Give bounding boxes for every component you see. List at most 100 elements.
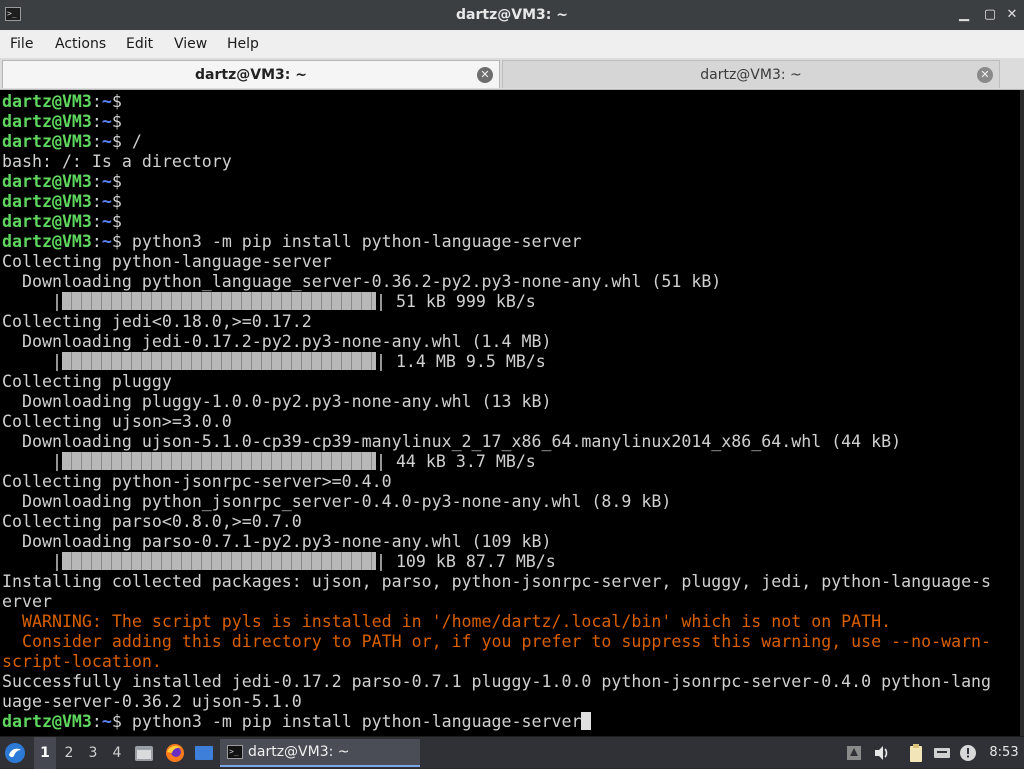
progress-bar bbox=[61, 292, 376, 310]
terminal-output[interactable]: dartz@VM3:~$ dartz@VM3:~$ dartz@VM3:~$ / ba… bbox=[0, 90, 1020, 736]
menu-edit[interactable]: Edit bbox=[126, 30, 153, 58]
terminal-scrollbar[interactable] bbox=[1020, 90, 1024, 736]
volume-icon[interactable] bbox=[872, 743, 892, 763]
progress-right-edge: | bbox=[375, 552, 396, 571]
output-text: Installing collected packages: ujson, pa… bbox=[2, 572, 992, 591]
taskbar: 1 2 3 4 >_ dartz@VM3: ~ 8:53 bbox=[0, 736, 1024, 769]
progress-left-edge: | bbox=[2, 292, 62, 311]
output-line: Downloading pluggy-1.0.0-py2.py3-none-an… bbox=[0, 392, 1020, 412]
menu-actions[interactable]: Actions bbox=[55, 30, 106, 58]
progress-right-edge: | bbox=[375, 452, 396, 471]
progress-line: | | 44 kB 3.7 MB/s bbox=[0, 452, 1020, 472]
tab-label: dartz@VM3: ~ bbox=[195, 67, 307, 83]
prompt-user: dartz@VM3 bbox=[2, 92, 92, 111]
progress-left-edge: | bbox=[2, 452, 62, 471]
output-text: Downloading python_language_server-0.36.… bbox=[2, 272, 722, 291]
command-text: python3 -m pip install python-language-s… bbox=[121, 232, 582, 251]
maximize-button[interactable]: ▢ bbox=[978, 0, 1002, 30]
tab-terminal-2[interactable]: dartz@VM3: ~ ✕ bbox=[502, 60, 1000, 88]
progress-line: | | 109 kB 87.7 MB/s bbox=[0, 552, 1020, 572]
terminal-prompt-line: dartz@VM3:~$ bbox=[0, 92, 1020, 112]
output-line: Downloading python_jsonrpc_server-0.4.0-… bbox=[0, 492, 1020, 512]
output-text: Downloading parso-0.7.1-py2.py3-none-any… bbox=[2, 532, 552, 551]
desktop-icon[interactable] bbox=[194, 743, 214, 763]
warning-line: WARNING: The script pyls is installed in… bbox=[0, 612, 1020, 632]
output-line: Collecting python-language-server bbox=[0, 252, 1020, 272]
tab-bar: dartz@VM3: ~ ✕ dartz@VM3: ~ ✕ bbox=[0, 58, 1024, 90]
command-text: python3 -m pip install python-language-s… bbox=[121, 712, 582, 731]
output-line: erver bbox=[0, 592, 1020, 612]
update-icon[interactable] bbox=[844, 743, 864, 763]
output-text: erver bbox=[2, 592, 52, 611]
terminal-prompt-line: dartz@VM3:~$ bbox=[0, 112, 1020, 132]
window-titlebar[interactable]: >_ dartz@VM3: ~ ▁ ▢ ✕ bbox=[0, 0, 1024, 30]
prompt-dollar: $ bbox=[111, 232, 122, 251]
window-title: dartz@VM3: ~ bbox=[456, 7, 568, 23]
output-text: Downloading jedi-0.17.2-py2.py3-none-any… bbox=[2, 332, 552, 351]
prompt-path: ~ bbox=[101, 212, 112, 231]
prompt-separator: : bbox=[91, 132, 102, 151]
output-text: Collecting jedi<0.18.0,>=0.17.2 bbox=[2, 312, 312, 331]
prompt-separator: : bbox=[91, 92, 102, 111]
task-button-terminal[interactable]: >_ dartz@VM3: ~ bbox=[220, 739, 420, 767]
workspace-3[interactable]: 3 bbox=[82, 737, 104, 769]
output-line: Installing collected packages: ujson, pa… bbox=[0, 572, 1020, 592]
workspace-2[interactable]: 2 bbox=[58, 737, 80, 769]
prompt-path: ~ bbox=[101, 92, 112, 111]
prompt-separator: : bbox=[91, 232, 102, 251]
task-label: dartz@VM3: ~ bbox=[248, 744, 350, 760]
output-text: Successfully installed jedi-0.17.2 parso… bbox=[2, 672, 992, 691]
prompt-user: dartz@VM3 bbox=[2, 172, 92, 191]
prompt-user: dartz@VM3 bbox=[2, 232, 92, 251]
prompt-dollar: $ bbox=[111, 712, 122, 731]
prompt-user: dartz@VM3 bbox=[2, 132, 92, 151]
prompt-dollar: $ bbox=[111, 172, 122, 191]
prompt-path: ~ bbox=[101, 232, 112, 251]
terminal-prompt-line: dartz@VM3:~$ bbox=[0, 172, 1020, 192]
output-line: Collecting jedi<0.18.0,>=0.17.2 bbox=[0, 312, 1020, 332]
menu-view[interactable]: View bbox=[174, 30, 207, 58]
progress-right-edge: | bbox=[375, 292, 396, 311]
terminal-prompt-line: dartz@VM3:~$ python3 -m pip install pyth… bbox=[0, 232, 1020, 252]
close-button[interactable]: ✕ bbox=[1000, 0, 1024, 30]
progress-left-edge: | bbox=[2, 552, 62, 571]
prompt-user: dartz@VM3 bbox=[2, 192, 92, 211]
prompt-separator: : bbox=[91, 112, 102, 131]
clock[interactable]: 8:53 bbox=[986, 737, 1022, 769]
prompt-user: dartz@VM3 bbox=[2, 212, 92, 231]
tab-close-icon[interactable]: ✕ bbox=[977, 67, 993, 83]
network-icon[interactable] bbox=[932, 743, 952, 763]
terminal-prompt-line: dartz@VM3:~$ bbox=[0, 212, 1020, 232]
output-line: Downloading ujson-5.1.0-cp39-cp39-manyli… bbox=[0, 432, 1020, 452]
start-menu-icon[interactable] bbox=[4, 742, 26, 764]
progress-left-edge: | bbox=[2, 352, 62, 371]
output-text: Downloading pluggy-1.0.0-py2.py3-none-an… bbox=[2, 392, 552, 411]
tab-terminal-1[interactable]: dartz@VM3: ~ ✕ bbox=[2, 60, 500, 88]
tab-close-icon[interactable]: ✕ bbox=[477, 67, 493, 83]
prompt-path: ~ bbox=[101, 172, 112, 191]
output-text: Collecting ujson>=3.0.0 bbox=[2, 412, 232, 431]
progress-info: 51 kB 999 kB/s bbox=[395, 292, 536, 311]
prompt-path: ~ bbox=[101, 192, 112, 211]
prompt-user: dartz@VM3 bbox=[2, 712, 92, 731]
clipboard-icon[interactable] bbox=[906, 743, 926, 763]
workspace-4[interactable]: 4 bbox=[106, 737, 128, 769]
firefox-icon[interactable] bbox=[165, 743, 185, 763]
workspace-1[interactable]: 1 bbox=[34, 737, 56, 769]
notification-icon[interactable] bbox=[958, 743, 978, 763]
menu-help[interactable]: Help bbox=[227, 30, 259, 58]
progress-line: | | 51 kB 999 kB/s bbox=[0, 292, 1020, 312]
menu-bar: File Actions Edit View Help bbox=[0, 30, 1024, 58]
prompt-separator: : bbox=[91, 712, 102, 731]
output-text: bash: /: Is a directory bbox=[2, 152, 232, 171]
prompt-path: ~ bbox=[101, 132, 112, 151]
progress-info: 109 kB 87.7 MB/s bbox=[395, 552, 556, 571]
text-cursor bbox=[581, 712, 592, 730]
menu-file[interactable]: File bbox=[10, 30, 33, 58]
minimize-button[interactable]: ▁ bbox=[952, 0, 976, 30]
output-line: Collecting pluggy bbox=[0, 372, 1020, 392]
prompt-separator: : bbox=[91, 192, 102, 211]
output-line: Downloading parso-0.7.1-py2.py3-none-any… bbox=[0, 532, 1020, 552]
file-manager-icon[interactable] bbox=[134, 743, 154, 763]
terminal-prompt-line: dartz@VM3:~$ bbox=[0, 192, 1020, 212]
